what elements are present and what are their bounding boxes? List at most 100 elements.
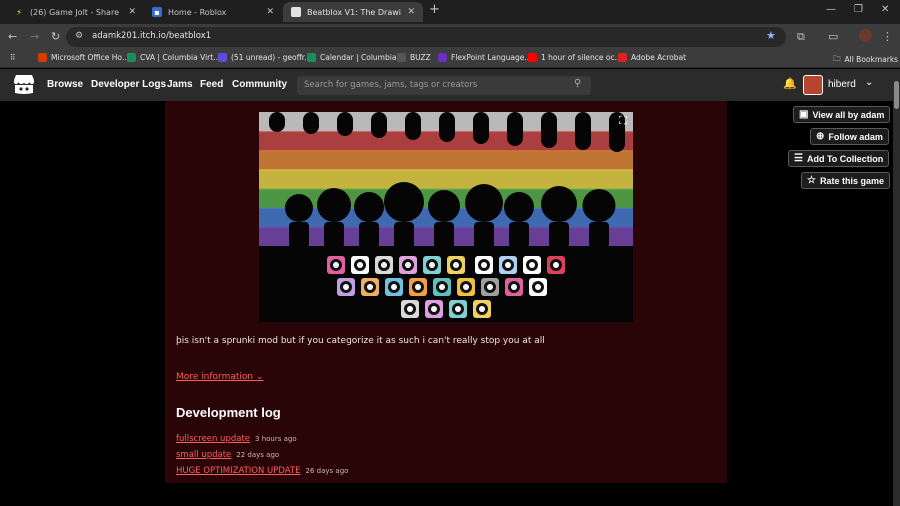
rainbow-stripe	[259, 150, 633, 171]
nav-community[interactable]: Community	[232, 79, 287, 90]
drip-shape	[473, 112, 489, 144]
site-info-icon[interactable]: ⚙	[75, 31, 83, 41]
menu-icon[interactable]: ⋮	[882, 30, 893, 43]
back-icon[interactable]: ←	[8, 30, 17, 43]
itch-header: Browse Developer Logs Jams Feed Communit…	[0, 69, 893, 101]
user-avatar[interactable]	[803, 75, 823, 95]
cast-icon[interactable]: ▭	[828, 30, 838, 43]
tab-title: Beatblox V1: The Drawing Boar	[307, 7, 402, 17]
bookmark-item[interactable]: (51 unread) - geoffr...	[218, 53, 311, 62]
search-input[interactable]: Search for games, jams, tags or creators…	[297, 76, 591, 95]
game-embed[interactable]: ⛶	[259, 112, 633, 322]
game-description: þis isn't a sprunki mod but if you categ…	[176, 336, 545, 346]
browser-tab-roblox[interactable]: ▪ Home - Roblox ✕	[144, 2, 282, 22]
devlog-item: fullscreen update 3 hours ago	[176, 434, 297, 444]
notification-bell-icon[interactable]: 🔔	[783, 77, 797, 90]
bookmark-item[interactable]: BUZZ	[397, 53, 431, 62]
add-list-icon: ☰	[794, 153, 803, 164]
bookmark-item[interactable]: 1 hour of silence oc...	[528, 53, 622, 62]
character-silhouette	[509, 222, 529, 248]
flexpoint-icon	[438, 53, 447, 62]
character-silhouette	[285, 194, 313, 222]
view-all-by-author-button[interactable]: ▣ View all by adam	[793, 106, 891, 123]
devlog-title-link[interactable]: fullscreen update	[176, 434, 250, 444]
more-information-link[interactable]: More information ⌄	[176, 372, 264, 382]
close-window-icon[interactable]: ✕	[881, 4, 889, 15]
devlog-title-link[interactable]: small update	[176, 450, 231, 460]
drip-shape	[303, 112, 319, 134]
character-silhouette	[354, 192, 384, 222]
roblox-icon: ▪	[152, 7, 162, 17]
close-tab-icon[interactable]: ✕	[407, 7, 415, 17]
maximize-icon[interactable]: ❐	[854, 4, 863, 15]
buzz-icon	[397, 53, 406, 62]
drip-shape	[371, 112, 387, 138]
folder-icon: 🗀	[833, 54, 841, 63]
nav-feed[interactable]: Feed	[200, 79, 223, 90]
gamejolt-icon: ⚡	[16, 7, 22, 17]
browser-tab-strip: ⚡ (26) Game Jolt - Share your cre ✕ ▪ Ho…	[0, 0, 900, 24]
itch-icon	[291, 7, 301, 17]
browser-toolbar: ← → ↻ ⚙ adamk201.itch.io/beatblox1 ★ ⧉ ▭…	[0, 24, 900, 50]
sound-icon-pupil	[487, 284, 493, 290]
tab-title: (26) Game Jolt - Share your cre	[30, 7, 122, 17]
extensions-icon[interactable]: ⧉	[797, 30, 805, 44]
sound-icon-pupil	[429, 262, 435, 268]
browser-tab-gamejolt[interactable]: ⚡ (26) Game Jolt - Share your cre ✕	[6, 2, 144, 22]
nav-developer-logs[interactable]: Developer Logs	[91, 79, 166, 90]
nav-jams[interactable]: Jams	[167, 79, 193, 90]
tab-title: Home - Roblox	[168, 7, 227, 17]
close-tab-icon[interactable]: ✕	[266, 7, 274, 17]
close-tab-icon[interactable]: ✕	[128, 7, 136, 17]
devlog-date: 22 days ago	[236, 451, 280, 459]
username[interactable]: hiberd	[828, 79, 856, 90]
reload-icon[interactable]: ↻	[51, 30, 60, 43]
search-icon[interactable]: ⚲	[574, 78, 581, 89]
bookmark-item[interactable]: Microsoft Office Ho...	[38, 53, 129, 62]
follow-button[interactable]: ⊕ Follow adam	[810, 128, 889, 145]
sound-icon-pupil	[479, 306, 485, 312]
new-tab-button[interactable]: +	[429, 2, 440, 17]
apps-icon[interactable]: ⠿	[10, 53, 16, 62]
sound-icon-pupil	[505, 262, 511, 268]
minimize-icon[interactable]: —	[826, 4, 836, 15]
bookmark-star-icon[interactable]: ★	[766, 29, 776, 42]
add-to-collection-button[interactable]: ☰ Add To Collection	[788, 150, 890, 167]
character-silhouette	[359, 222, 379, 248]
bookmark-item[interactable]: Calendar | Columbia...	[307, 53, 404, 62]
itch-logo-icon[interactable]	[13, 74, 35, 95]
forward-icon[interactable]: →	[30, 30, 39, 43]
all-bookmarks-folder[interactable]: 🗀 All Bookmarks	[833, 53, 898, 66]
character-silhouette	[582, 189, 616, 222]
drip-shape	[507, 112, 523, 146]
bookmarks-bar: ⠿ Microsoft Office Ho... CVA | Columbia …	[0, 50, 900, 68]
fullscreen-icon[interactable]: ⛶	[619, 114, 627, 128]
drip-shape	[575, 112, 591, 150]
sound-icon-pupil	[481, 262, 487, 268]
nav-browse[interactable]: Browse	[47, 79, 83, 90]
address-bar[interactable]: ⚙ adamk201.itch.io/beatblox1 ★	[66, 27, 786, 47]
bookmark-item[interactable]: FlexPoint Language...	[438, 53, 532, 62]
sound-icon-pupil	[367, 284, 373, 290]
cva-icon	[127, 53, 136, 62]
chevron-down-icon[interactable]: ⌄	[865, 77, 873, 88]
bookmark-item[interactable]: CVA | Columbia Virt...	[127, 53, 220, 62]
game-scene	[259, 112, 633, 322]
star-icon: ☆	[807, 175, 816, 186]
devlog-item: HUGE OPTIMIZATION UPDATE 26 days ago	[176, 466, 348, 476]
drip-shape	[337, 112, 353, 136]
youtube-icon	[528, 53, 537, 62]
bookmark-item[interactable]: Adobe Acrobat	[618, 53, 686, 62]
character-silhouette	[289, 222, 309, 248]
chevron-down-icon: ⌄	[256, 372, 264, 382]
page-body: ⛶ þis isn't a sprunki mod but if you cat…	[0, 101, 893, 506]
page-scrollbar[interactable]	[893, 69, 900, 506]
scrollbar-thumb[interactable]	[894, 81, 899, 109]
profile-avatar-icon[interactable]	[859, 29, 872, 42]
rate-game-button[interactable]: ☆ Rate this game	[801, 172, 890, 189]
drip-shape	[541, 112, 557, 148]
browser-tab-beatblox[interactable]: Beatblox V1: The Drawing Boar ✕	[283, 2, 423, 22]
devlog-title-link[interactable]: HUGE OPTIMIZATION UPDATE	[176, 466, 301, 476]
sound-icon-pupil	[455, 306, 461, 312]
drip-shape	[269, 112, 285, 132]
